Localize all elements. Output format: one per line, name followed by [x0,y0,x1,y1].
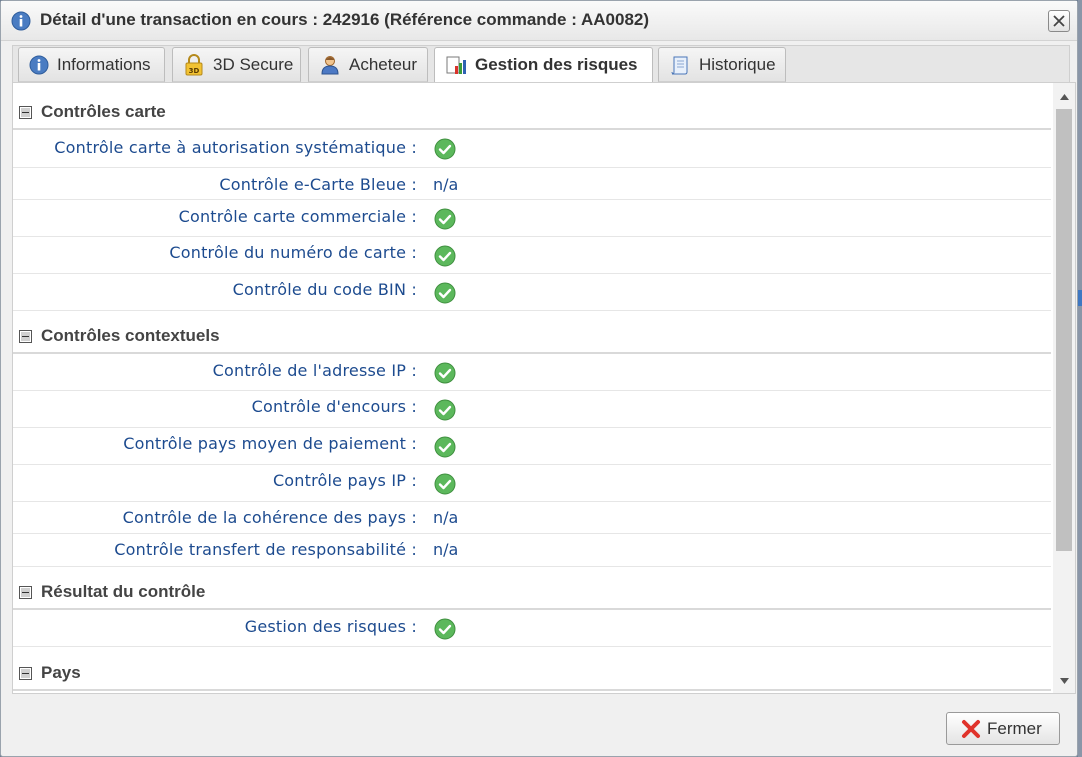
check-ok-icon [434,282,456,304]
fermer-button[interactable]: Fermer [946,712,1060,745]
fermer-button-label: Fermer [987,718,1042,738]
dialog-title: Détail d'une transaction en cours : 2429… [40,10,650,29]
collapse-toggle-icon[interactable] [19,106,32,119]
section-header-controles-contextuels[interactable]: Contrôles contextuels [13,326,1053,348]
section-divider [13,689,1051,691]
table-row: Contrôle de l'adresse IP : [13,354,1051,391]
row-label: Contrôle de l'adresse IP : [212,361,417,380]
tab-historique[interactable]: Historique [658,47,786,82]
tab-gestion-des-risques[interactable]: Gestion des risques [434,47,653,83]
collapse-toggle-icon[interactable] [19,586,32,599]
check-ok-icon [434,473,456,495]
tab-label: Historique [699,54,776,74]
row-label: Gestion des risques : [244,617,417,636]
row-label: Contrôle d'encours : [251,397,417,416]
tab-acheteur[interactable]: Acheteur [308,47,428,82]
background-window-highlight [1078,290,1082,306]
scroll-down-button[interactable] [1053,671,1075,691]
info-icon [29,55,49,74]
svg-text:3D: 3D [189,67,200,75]
dialog-titlebar: Détail d'une transaction en cours : 2429… [1,1,1077,41]
table-row: Contrôle de la cohérence des pays : n/a [13,502,1051,534]
check-ok-icon [434,208,456,230]
arrow-up-icon [1059,94,1069,100]
table-row: Contrôle carte commerciale : [13,200,1051,237]
table-row: Contrôle e-Carte Bleue : n/a [13,168,1051,200]
tab-3d-secure[interactable]: 3D 3D Secure [172,47,301,82]
section-title: Pays [41,663,81,682]
section-header-resultat-du-controle[interactable]: Résultat du contrôle [13,582,1053,604]
row-label: Contrôle pays IP : [272,471,417,490]
row-label: Contrôle carte à autorisation systématiq… [54,138,417,157]
table-row: Gestion des risques : [13,610,1051,647]
collapse-toggle-icon[interactable] [19,667,32,680]
user-icon [321,55,339,74]
vertical-scrollbar[interactable] [1053,83,1075,693]
table-row: Contrôle carte à autorisation systématiq… [13,130,1051,168]
scroll-document-icon [671,56,688,74]
table-row: Contrôle d'encours : [13,391,1051,428]
table-row: Contrôle pays moyen de paiement : [13,428,1051,465]
check-ok-icon [434,245,456,267]
row-label: Contrôle transfert de responsabilité : [114,540,417,559]
table-row: Contrôle pays IP : [13,465,1051,502]
collapse-toggle-icon[interactable] [19,330,32,343]
tab-label: Informations [57,54,151,74]
check-ok-icon [434,436,456,458]
check-ok-icon [434,399,456,421]
scroll-up-button[interactable] [1053,87,1075,107]
background-window-edge [1078,0,1082,757]
row-label: Contrôle carte commerciale : [178,207,417,226]
close-icon-button[interactable] [1048,10,1070,32]
row-value: n/a [433,508,459,527]
section-header-pays[interactable]: Pays [13,663,1053,685]
table-row: Contrôle transfert de responsabilité : n… [13,534,1051,567]
table-row: Contrôle du code BIN : [13,274,1051,311]
row-label: Contrôle du numéro de carte : [169,243,417,262]
info-icon [11,11,31,31]
transaction-detail-dialog: Détail d'une transaction en cours : 2429… [0,0,1078,757]
risk-chart-icon [446,56,466,74]
close-icon [1053,15,1065,27]
row-label: Contrôle pays moyen de paiement : [123,434,417,453]
row-label: Contrôle du code BIN : [232,280,417,299]
row-label: Contrôle e-Carte Bleue : [219,175,417,194]
section-title: Contrôles contextuels [41,326,220,345]
section-header-controles-carte[interactable]: Contrôles carte [13,102,1053,124]
check-ok-icon [434,138,456,160]
tab-bar: Informations 3D 3D Secure Acheteur Gesti… [12,45,1070,83]
section-title: Contrôles carte [41,102,166,121]
tab-informations[interactable]: Informations [18,47,165,82]
risk-panel: Contrôles carte Contrôle carte à autoris… [12,82,1076,694]
tab-label: Acheteur [349,54,418,74]
tab-label: Gestion des risques [475,55,638,74]
row-label: Contrôle de la cohérence des pays : [122,508,417,527]
row-value: n/a [433,540,459,559]
check-ok-icon [434,362,456,384]
scrollbar-thumb[interactable] [1056,109,1072,551]
tab-label: 3D Secure [213,54,294,74]
lock-3d-icon: 3D [185,53,203,75]
check-ok-icon [434,618,456,640]
row-value: n/a [433,175,459,194]
table-row: Contrôle du numéro de carte : [13,237,1051,274]
arrow-down-icon [1059,678,1069,684]
section-title: Résultat du contrôle [41,582,206,601]
close-red-x-icon [962,719,980,738]
